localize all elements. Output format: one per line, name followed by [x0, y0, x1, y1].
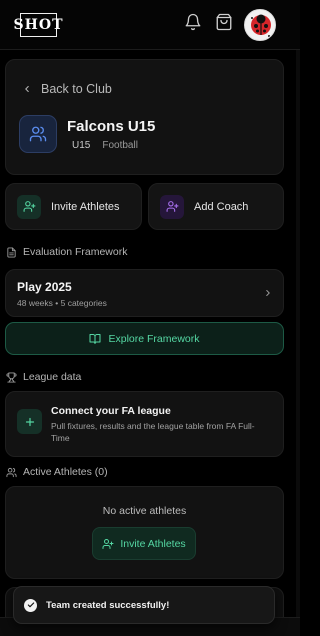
framework-name: Play 2025 [17, 280, 72, 294]
league-icon-box [17, 409, 42, 434]
team-meta: U15 Football [67, 140, 138, 151]
framework-card[interactable]: Play 2025 48 weeks • 5 categories [5, 269, 284, 317]
explore-framework-label: Explore Framework [108, 332, 200, 345]
trophy-icon [6, 371, 17, 383]
shot-logo[interactable]: SHOT [14, 13, 62, 37]
invite-athletes-label: Invite Athletes [51, 200, 120, 213]
league-section-title: League data [6, 371, 81, 383]
back-label: Back to Club [41, 82, 112, 96]
avatar-ladybug-image [251, 14, 271, 37]
file-text-icon [7, 246, 16, 258]
check-circle-icon [24, 598, 37, 612]
top-bar: SHOT [0, 0, 300, 50]
user-plus-icon [166, 201, 178, 212]
bell-icon[interactable] [184, 13, 202, 31]
evaluation-section-title: Evaluation Framework [6, 246, 127, 258]
avatar[interactable] [244, 9, 276, 41]
back-to-club-link[interactable]: Back to Club [22, 82, 112, 96]
framework-meta: 48 weeks • 5 categories [17, 298, 107, 308]
league-connect-description: Pull fixtures, results and the league ta… [51, 421, 255, 443]
league-connect-title: Connect your FA league [51, 405, 171, 417]
chevron-right-icon [266, 290, 270, 296]
invite-athletes-empty-button[interactable]: Invite Athletes [92, 527, 196, 560]
coach-icon-box [160, 194, 184, 219]
team-name: Falcons U15 [67, 118, 156, 135]
connect-league-card[interactable]: Connect your FA league Pull fixtures, re… [5, 391, 284, 457]
invite-icon-box [17, 194, 41, 219]
evaluation-title-text: Evaluation Framework [23, 246, 128, 258]
users-icon [29, 126, 47, 142]
age-group-label: U15 [72, 140, 91, 151]
chevron-left-icon [25, 86, 29, 92]
plus-icon [25, 417, 34, 426]
empty-state-text: No active athletes [102, 505, 187, 517]
team-icon-box [19, 115, 57, 153]
scrollbar-track[interactable] [296, 50, 300, 636]
add-coach-label: Add Coach [194, 200, 249, 213]
team-header-card: Back to Club Falcons U15 U15 Football [5, 59, 284, 175]
book-open-icon [89, 333, 101, 344]
logo-text: SHOT [13, 17, 64, 33]
shopping-bag-icon[interactable] [215, 13, 233, 31]
users-icon [6, 467, 17, 477]
league-title-text: League data [23, 371, 82, 383]
add-coach-button[interactable]: Add Coach [148, 183, 284, 230]
sport-label: Football [102, 140, 138, 151]
athletes-empty-card: No active athletes Invite Athletes [5, 486, 284, 579]
user-plus-icon [23, 201, 35, 212]
user-plus-icon [102, 538, 114, 549]
explore-framework-button[interactable]: Explore Framework [5, 322, 284, 355]
main-content: Back to Club Falcons U15 U15 Football In… [0, 50, 300, 636]
success-toast: Team created successfully! [13, 586, 275, 624]
toast-message: Team created successfully! [46, 599, 170, 611]
athletes-section-title: Active Athletes (0) [6, 466, 108, 478]
athletes-title-text: Active Athletes (0) [23, 466, 108, 478]
invite-athletes-button[interactable]: Invite Athletes [5, 183, 142, 230]
invite-athletes-empty-label: Invite Athletes [120, 537, 186, 550]
